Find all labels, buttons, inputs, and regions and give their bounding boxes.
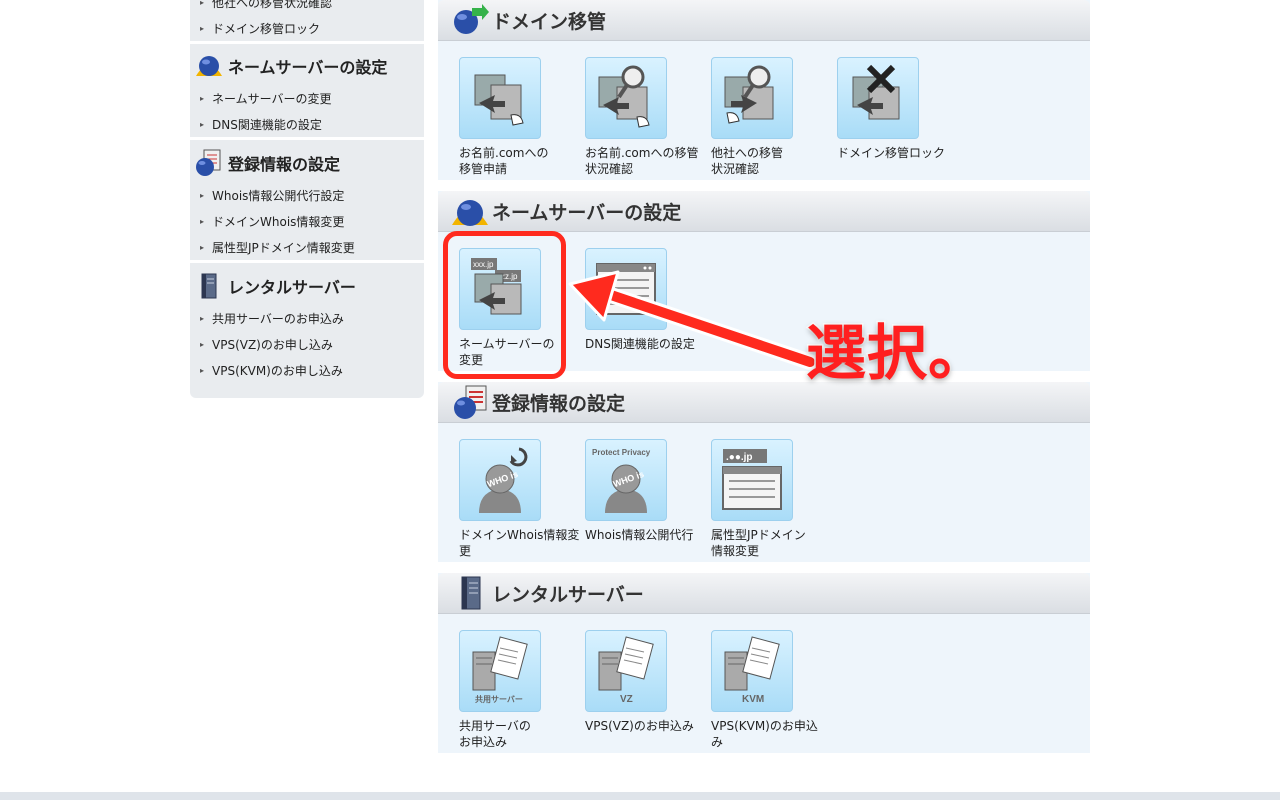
tile-label[interactable]: Whois情報公開代行 [585,527,709,543]
tile-label[interactable]: 属性型JPドメイン 情報変更 [711,527,835,559]
registration-info-icon [196,149,221,176]
annotation-arrow [568,270,818,370]
sidebar-section-registration: 登録情報の設定 Whois情報公開代行設定 ドメインWhois情報変更 属性型J… [190,143,424,261]
tile-label[interactable]: 共用サーバの お申込み [459,718,583,750]
panel-title: レンタルサーバー [492,583,644,606]
tile-label[interactable]: 他社への移管 状況確認 [711,145,835,177]
whois-change-icon[interactable]: WHO is [459,439,541,521]
nameserver-globe-icon [452,200,488,226]
panel-title: ネームサーバーの設定 [492,201,682,224]
tile-shared-server[interactable]: 共用サーバー 共用サーバの お申込み [459,630,579,750]
sidebar-divider [190,137,424,140]
transfer-lock-icon[interactable] [837,57,919,139]
tile-label[interactable]: ドメイン移管ロック [837,145,961,161]
icon-shared-server-text: 共用サーバー [475,694,523,704]
footer-bar [0,792,1280,800]
sidebar-section-title: 登録情報の設定 [190,143,424,183]
sidebar-section-nameserver: ネームサーバーの設定 ネームサーバーの変更 DNS関連機能の設定 [190,46,424,138]
selection-highlight-box [443,231,566,379]
sidebar-divider [190,260,424,263]
sidebar-link-shared-server[interactable]: 共用サーバーのお申込み [190,306,424,332]
sidebar-section-rental: レンタルサーバー 共用サーバーのお申込み VPS(VZ)のお申し込み VPS(K… [190,266,424,384]
vps-kvm-icon[interactable]: KVM [711,630,793,712]
transfer-status-icon[interactable] [585,57,667,139]
tile-vps-kvm[interactable]: KVM VPS(KVM)のお申込 み [711,630,831,750]
tile-transfer-status[interactable]: お名前.comへの移管 状況確認 [585,57,705,177]
server-icon [201,273,217,299]
sidebar-transfer-links: 他社への移管状況確認 ドメイン移管ロック [190,0,424,42]
sidebar-link-outbound-transfer-status[interactable]: 他社への移管状況確認 [190,0,424,16]
server-icon [461,576,481,610]
panel-header: 登録情報の設定 [438,382,1090,423]
sidebar-link-dns-settings[interactable]: DNS関連機能の設定 [190,112,424,138]
tile-label[interactable]: ドメインWhois情報変 更 [459,527,583,559]
sidebar-link-transfer-lock[interactable]: ドメイン移管ロック [190,16,424,42]
panel-header: ネームサーバーの設定 [438,191,1090,232]
nameserver-globe-icon [196,56,222,76]
panel-domain-transfer: ドメイン移管 お名前.comへの 移管申請 お名前.comへの移管 状況確認 他… [438,0,1090,180]
icon-vz-text: VZ [620,694,633,705]
icon-jp-text: .●●.jp [726,452,753,463]
transfer-globe-icon [454,4,489,34]
annotation-select-text: 選択。 [805,318,990,391]
sidebar-link-whois-change[interactable]: ドメインWhois情報変更 [190,209,424,235]
icon-kvm-text: KVM [742,694,764,705]
tile-jp-domain[interactable]: .●●.jp 属性型JPドメイン 情報変更 [711,439,831,559]
transfer-request-icon[interactable] [459,57,541,139]
tile-outbound-transfer-status[interactable]: 他社への移管 状況確認 [711,57,831,177]
panel-rental-server: レンタルサーバー 共用サーバー 共用サーバの お申込み VZ VPS(VZ)のお… [438,573,1090,753]
panel-title: 登録情報の設定 [492,392,626,415]
tile-whois-change[interactable]: WHO is ドメインWhois情報変 更 [459,439,579,559]
sidebar-section-title: レンタルサーバー [190,266,424,306]
panel-header: ドメイン移管 [438,0,1090,41]
shared-server-icon[interactable]: 共用サーバー [459,630,541,712]
tile-label[interactable]: VPS(KVM)のお申込 み [711,718,835,750]
tile-label[interactable]: お名前.comへの 移管申請 [459,145,583,177]
whois-privacy-icon[interactable]: Protect Privacy WHO is [585,439,667,521]
sidebar-section-label: 登録情報の設定 [228,155,341,174]
tile-vps-vz[interactable]: VZ VPS(VZ)のお申込み [585,630,705,734]
sidebar-link-vps-kvm[interactable]: VPS(KVM)のお申し込み [190,358,424,384]
sidebar-link-vps-vz[interactable]: VPS(VZ)のお申し込み [190,332,424,358]
sidebar-link-jp-domain[interactable]: 属性型JPドメイン情報変更 [190,235,424,261]
tile-label[interactable]: お名前.comへの移管 状況確認 [585,145,709,177]
vps-vz-icon[interactable]: VZ [585,630,667,712]
panel-registration: 登録情報の設定 WHO is ドメインWhois情報変 更 Protect Pr… [438,382,1090,562]
sidebar-section-label: ネームサーバーの設定 [228,58,388,77]
sidebar-link-whois-privacy[interactable]: Whois情報公開代行設定 [190,183,424,209]
sidebar-link-nameserver-change[interactable]: ネームサーバーの変更 [190,86,424,112]
panel-title: ドメイン移管 [492,10,607,33]
registration-info-icon [454,385,487,419]
tile-transfer-request[interactable]: お名前.comへの 移管申請 [459,57,579,177]
tile-label[interactable]: VPS(VZ)のお申込み [585,718,709,734]
panel-header: レンタルサーバー [438,573,1090,614]
tile-whois-privacy[interactable]: Protect Privacy WHO is Whois情報公開代行 [585,439,705,543]
outbound-transfer-status-icon[interactable] [711,57,793,139]
sidebar-section-label: レンタルサーバー [228,278,356,297]
icon-protect-privacy-text: Protect Privacy [592,448,651,457]
sidebar-section-title: ネームサーバーの設定 [190,46,424,86]
jp-domain-icon[interactable]: .●●.jp [711,439,793,521]
sidebar-divider [190,41,424,44]
sidebar: 他社への移管状況確認 ドメイン移管ロック ネームサーバーの設定 ネームサーバーの… [190,0,424,398]
tile-transfer-lock[interactable]: ドメイン移管ロック [837,57,957,161]
